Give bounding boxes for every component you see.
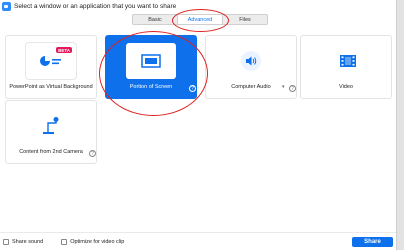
tile-label-video: Video xyxy=(339,84,353,90)
audio-card xyxy=(226,43,276,79)
video-card xyxy=(323,43,373,79)
camera-card xyxy=(26,108,76,144)
tile-computer-audio[interactable]: Computer Audio ▾ ? xyxy=(205,35,297,99)
window-title: Select a window or an application that y… xyxy=(14,3,177,10)
share-tabs: Basic Advanced Files xyxy=(132,14,268,25)
tile-label-powerpoint: PowerPoint as Virtual Background xyxy=(9,84,93,90)
share-screen-window: Select a window or an application that y… xyxy=(0,0,404,250)
share-sound-checkbox[interactable] xyxy=(3,238,9,245)
tab-files[interactable]: Files xyxy=(223,15,267,24)
tile-powerpoint-background[interactable]: BETA PowerPoint as Virtual Background xyxy=(5,35,97,99)
tile-video[interactable]: Video xyxy=(300,35,392,99)
ppt-card: BETA xyxy=(26,43,76,79)
beta-badge: BETA xyxy=(56,47,72,53)
chevron-down-icon[interactable]: ▾ xyxy=(282,84,285,90)
speaker-icon xyxy=(241,51,261,71)
tile-label-camera: Content from 2nd Camera xyxy=(19,149,83,155)
film-icon xyxy=(340,55,356,67)
share-button[interactable]: Share xyxy=(352,237,393,247)
portion-screen-icon xyxy=(141,54,161,68)
zoom-app-icon xyxy=(2,2,11,11)
optimize-video-option[interactable]: Optimize for video clip xyxy=(61,238,125,245)
tile-label-portion: Portion of Screen xyxy=(129,84,173,90)
portion-card xyxy=(126,43,176,79)
tile-portion-of-screen[interactable]: Portion of Screen ? xyxy=(105,35,197,99)
footer-bar: Share sound Optimize for video clip Shar… xyxy=(0,232,396,250)
tab-basic[interactable]: Basic xyxy=(133,15,177,24)
help-icon[interactable]: ? xyxy=(289,85,296,92)
ppt-pie-icon xyxy=(40,56,61,66)
share-sound-option[interactable]: Share sound xyxy=(3,238,44,245)
help-icon[interactable]: ? xyxy=(189,85,196,92)
help-icon[interactable]: ? xyxy=(89,150,96,157)
title-bar: Select a window or an application that y… xyxy=(0,0,396,13)
share-sound-label: Share sound xyxy=(12,238,44,245)
tile-second-camera[interactable]: Content from 2nd Camera ? xyxy=(5,100,97,164)
optimize-video-label: Optimize for video clip xyxy=(70,238,125,245)
window-edge xyxy=(396,0,404,250)
optimize-video-checkbox[interactable] xyxy=(61,238,68,245)
tab-advanced[interactable]: Advanced xyxy=(177,15,223,24)
camera-stand-icon xyxy=(43,117,59,134)
